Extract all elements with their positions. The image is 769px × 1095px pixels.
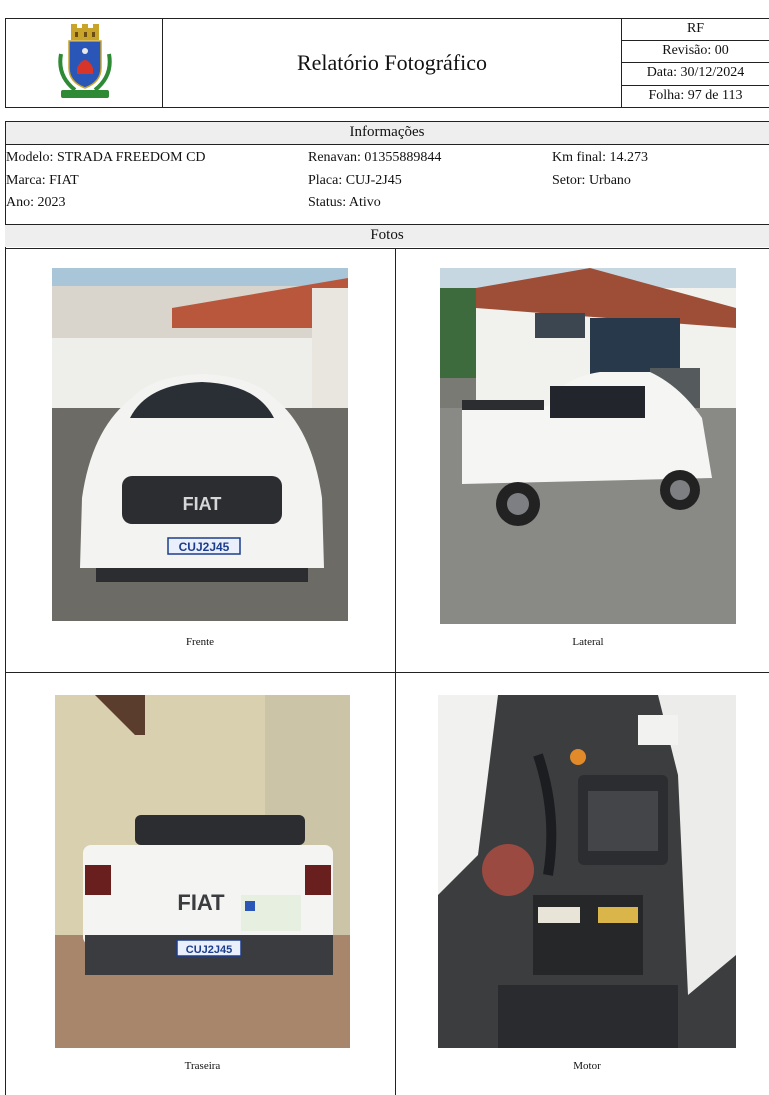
rear-badge-text: FIAT <box>177 890 225 915</box>
page-number: Folha: 97 de 113 <box>648 88 743 103</box>
vehicle-sector: Setor: Urbano <box>552 173 631 188</box>
vehicle-final-km: Km final: 14.273 <box>552 150 649 165</box>
engine-photo-caption: Motor <box>573 1060 601 1072</box>
report-title: Relatório Fotográfico <box>296 50 487 75</box>
document-code: RF <box>686 21 705 36</box>
side-vehicle-photo <box>440 268 736 624</box>
document-date: Data: 30/12/2024 <box>646 65 745 80</box>
vehicle-brand: Marca: FIAT <box>6 173 79 188</box>
photos-heading: Fotos <box>5 225 769 247</box>
rear-vehicle-photo: CUJ2J45 FIAT <box>55 695 350 1048</box>
vehicle-status: Status: Ativo <box>308 195 381 210</box>
vehicle-plate: Placa: CUJ-2J45 <box>308 173 402 188</box>
header-left-border <box>5 18 6 108</box>
rear-plate-text: CUJ2J45 <box>186 944 232 956</box>
engine-bay-photo <box>438 695 736 1048</box>
info-heading-border <box>5 144 769 145</box>
front-plate-text: CUJ2J45 <box>179 540 230 554</box>
front-photo-caption: Frente <box>185 636 215 648</box>
rear-photo-caption: Traseira <box>184 1060 221 1072</box>
revision-number: Revisão: 00 <box>662 43 729 58</box>
header-bottom-border <box>5 107 769 108</box>
vehicle-renavan: Renavan: 01355889844 <box>308 150 442 165</box>
photos-heading-border <box>5 248 769 249</box>
photos-row-divider <box>5 672 769 673</box>
municipal-coat-of-arms-logo <box>55 24 115 102</box>
info-heading: Informações <box>5 122 769 144</box>
front-badge-text: FIAT <box>183 494 222 514</box>
front-vehicle-photo: CUJ2J45 FIAT <box>52 268 348 621</box>
vehicle-model: Modelo: STRADA FREEDOM CD <box>6 150 206 165</box>
vehicle-year: Ano: 2023 <box>6 195 66 210</box>
side-photo-caption: Lateral <box>572 636 604 648</box>
